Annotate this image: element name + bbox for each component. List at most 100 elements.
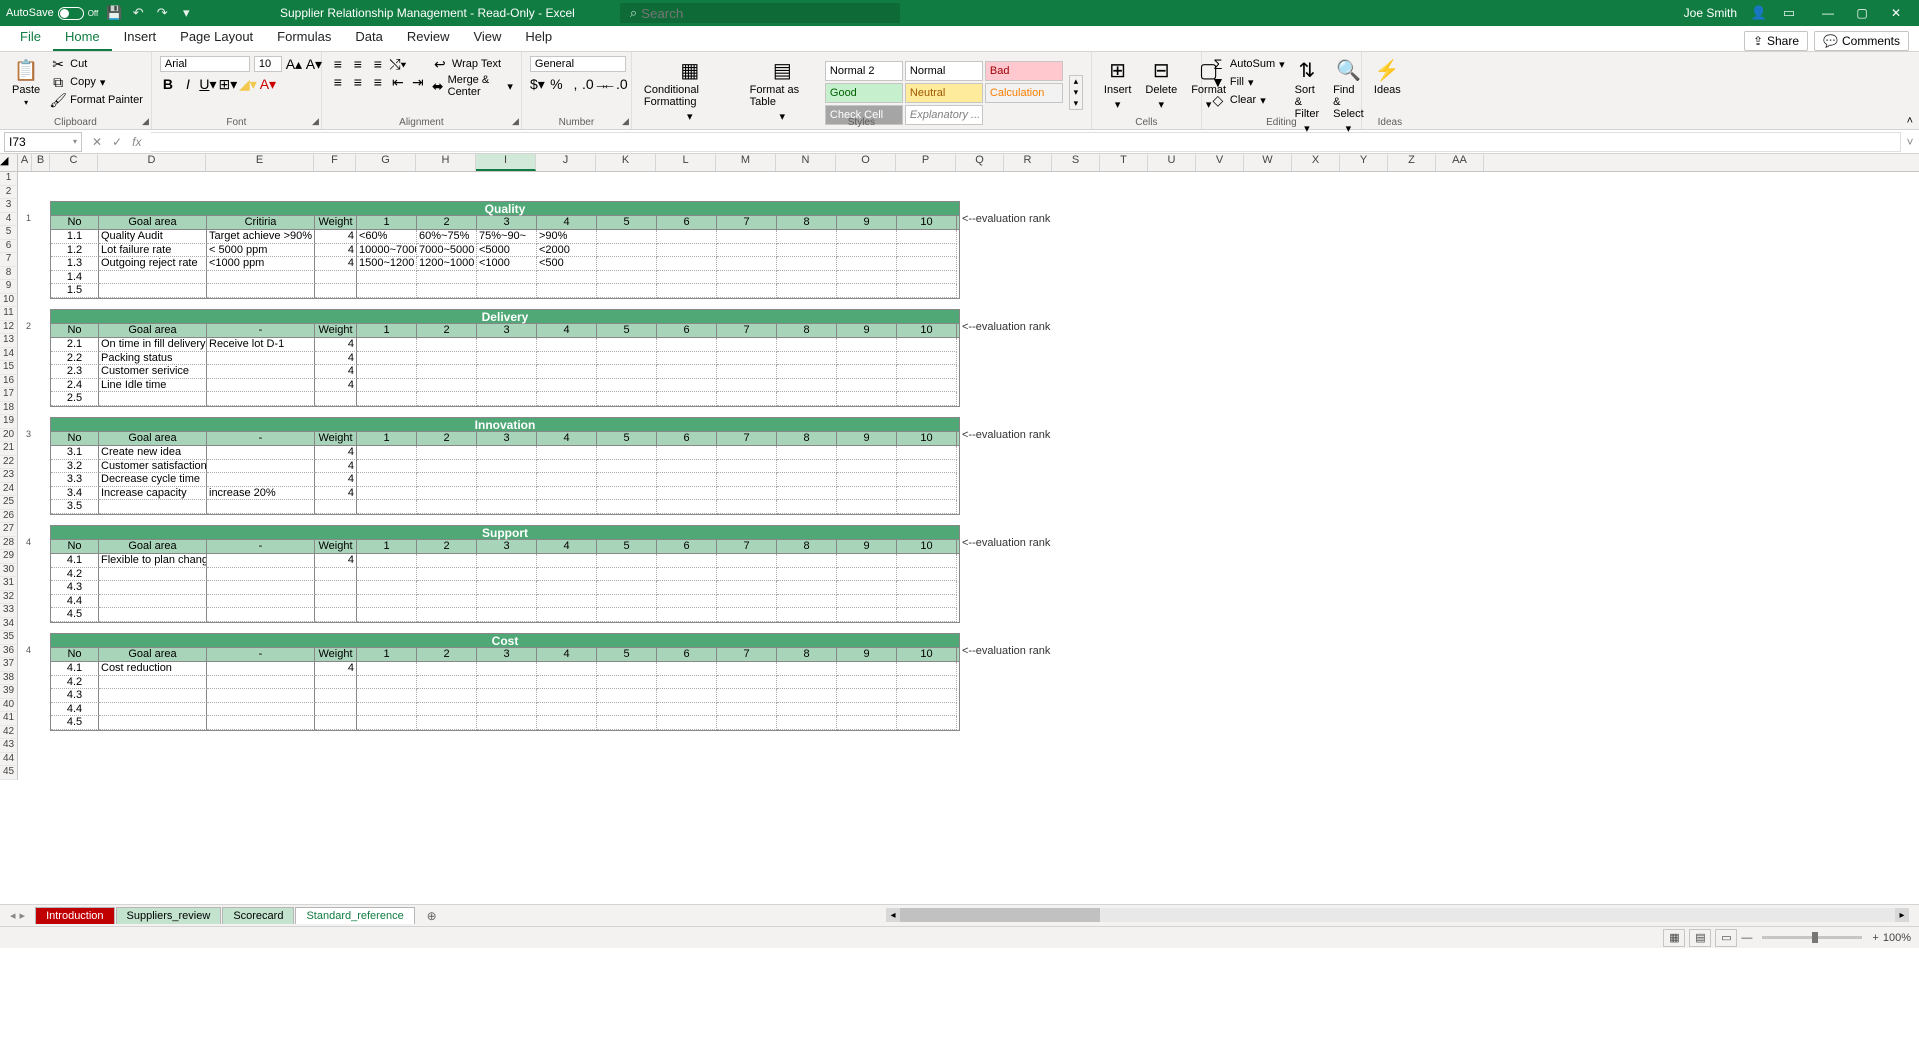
cell-rank[interactable] — [357, 392, 417, 406]
cell-rank[interactable] — [537, 554, 597, 568]
cell-rank[interactable] — [837, 460, 897, 474]
user-avatar[interactable]: 👤 — [1751, 5, 1767, 21]
cell-criteria[interactable] — [207, 568, 315, 582]
cell-rank[interactable] — [777, 379, 837, 393]
cell-no[interactable]: 4.5 — [51, 608, 99, 622]
cell-rank[interactable]: <5000 — [477, 244, 537, 258]
section-header-cell[interactable]: Weight — [315, 540, 357, 553]
cell-rank[interactable]: >90% — [537, 230, 597, 244]
cell-rank[interactable] — [657, 365, 717, 379]
zoom-out-button[interactable]: — — [1741, 932, 1752, 944]
cell-rank[interactable] — [477, 352, 537, 366]
section-header-cell[interactable]: 4 — [537, 648, 597, 661]
cell-rank[interactable] — [717, 352, 777, 366]
cell-rank[interactable] — [717, 662, 777, 676]
cell-rank[interactable] — [657, 284, 717, 298]
cell-rank[interactable] — [657, 608, 717, 622]
section-header-cell[interactable]: 8 — [777, 540, 837, 553]
cell-criteria[interactable] — [207, 460, 315, 474]
cell-no[interactable]: 3.2 — [51, 460, 99, 474]
cell-rank[interactable] — [417, 446, 477, 460]
select-all-corner[interactable]: ◢ — [0, 154, 18, 171]
cell-rank[interactable] — [597, 244, 657, 258]
section-header-cell[interactable]: 9 — [837, 432, 897, 445]
row-header[interactable]: 14 — [0, 348, 18, 362]
font-color-button[interactable]: A▾ — [260, 76, 276, 92]
fx-icon[interactable]: fx — [132, 135, 141, 149]
row-header[interactable]: 15 — [0, 361, 18, 375]
column-header[interactable]: P — [896, 154, 956, 171]
cell-no[interactable]: 1.2 — [51, 244, 99, 258]
cell-rank[interactable] — [837, 716, 897, 730]
row-header[interactable]: 4 — [0, 213, 18, 227]
column-header[interactable]: J — [536, 154, 596, 171]
cell-style-option[interactable]: Normal — [905, 61, 983, 81]
add-sheet-button[interactable]: ⊕ — [422, 909, 442, 923]
row-header[interactable]: 32 — [0, 591, 18, 605]
cell-no[interactable]: 3.1 — [51, 446, 99, 460]
cell-rank[interactable] — [357, 338, 417, 352]
section-header-cell[interactable]: 8 — [777, 432, 837, 445]
cell-criteria[interactable] — [207, 581, 315, 595]
scroll-left-icon[interactable]: ◂ — [886, 908, 900, 922]
cell-weight[interactable] — [315, 608, 357, 622]
cell-rank[interactable] — [897, 554, 957, 568]
column-header[interactable]: E — [206, 154, 314, 171]
cell-rank[interactable] — [717, 473, 777, 487]
cell-rank[interactable] — [717, 689, 777, 703]
section-header-cell[interactable]: No — [51, 216, 99, 229]
cell-criteria[interactable] — [207, 352, 315, 366]
row-header[interactable]: 19 — [0, 415, 18, 429]
section-header-cell[interactable]: 5 — [597, 324, 657, 337]
cell-weight[interactable]: 4 — [315, 338, 357, 352]
cell-rank[interactable] — [657, 352, 717, 366]
cell-styles-gallery[interactable]: Normal 2NormalBadGoodNeutralCalculationC… — [825, 61, 1063, 125]
row-header[interactable]: 26 — [0, 510, 18, 524]
cell-rank[interactable] — [657, 446, 717, 460]
cell-rank[interactable] — [537, 500, 597, 514]
column-header[interactable]: K — [596, 154, 656, 171]
cell-rank[interactable] — [477, 392, 537, 406]
cell-rank[interactable] — [597, 487, 657, 501]
cell-rank[interactable] — [777, 338, 837, 352]
close-button[interactable]: ✕ — [1879, 0, 1913, 26]
enter-formula-icon[interactable]: ✓ — [112, 135, 122, 149]
section-header-cell[interactable]: 5 — [597, 216, 657, 229]
cell-criteria[interactable] — [207, 689, 315, 703]
increase-decimal-icon[interactable]: .0→ — [587, 76, 603, 92]
cell-weight[interactable]: 4 — [315, 473, 357, 487]
cell-rank[interactable] — [417, 581, 477, 595]
clear-button[interactable]: ◇Clear▾ — [1210, 92, 1285, 108]
cell-rank[interactable] — [417, 487, 477, 501]
zoom-level[interactable]: 100% — [1883, 932, 1911, 944]
cell-rank[interactable] — [357, 487, 417, 501]
cell-rank[interactable] — [477, 473, 537, 487]
section-header-cell[interactable]: 10 — [897, 432, 957, 445]
cell-goal[interactable]: Packing status — [99, 352, 207, 366]
number-format-select[interactable] — [530, 56, 626, 72]
row-header[interactable]: 28 — [0, 537, 18, 551]
cell-rank[interactable] — [777, 365, 837, 379]
cell-rank[interactable] — [837, 500, 897, 514]
redo-icon[interactable]: ↷ — [154, 5, 170, 21]
section-header-cell[interactable]: 4 — [537, 540, 597, 553]
orientation-icon[interactable]: ⤭▾ — [390, 56, 406, 72]
cell-goal[interactable] — [99, 284, 207, 298]
section-header-cell[interactable]: 2 — [417, 216, 477, 229]
cell-weight[interactable] — [315, 581, 357, 595]
cell-no[interactable]: 1.5 — [51, 284, 99, 298]
cell-rank[interactable] — [897, 379, 957, 393]
cell-no[interactable]: 1.3 — [51, 257, 99, 271]
cell-criteria[interactable] — [207, 716, 315, 730]
section-header-cell[interactable]: 1 — [357, 432, 417, 445]
cell-rank[interactable] — [657, 689, 717, 703]
cell-no[interactable]: 4.4 — [51, 595, 99, 609]
cell-rank[interactable] — [837, 446, 897, 460]
sheet-nav-first-icon[interactable]: ◂ — [10, 909, 16, 922]
cell-rank[interactable] — [777, 446, 837, 460]
cell-rank[interactable] — [777, 689, 837, 703]
cell-style-option[interactable]: Calculation — [985, 83, 1063, 103]
cell-goal[interactable] — [99, 676, 207, 690]
cell-rank[interactable] — [897, 392, 957, 406]
cell-rank[interactable] — [897, 568, 957, 582]
